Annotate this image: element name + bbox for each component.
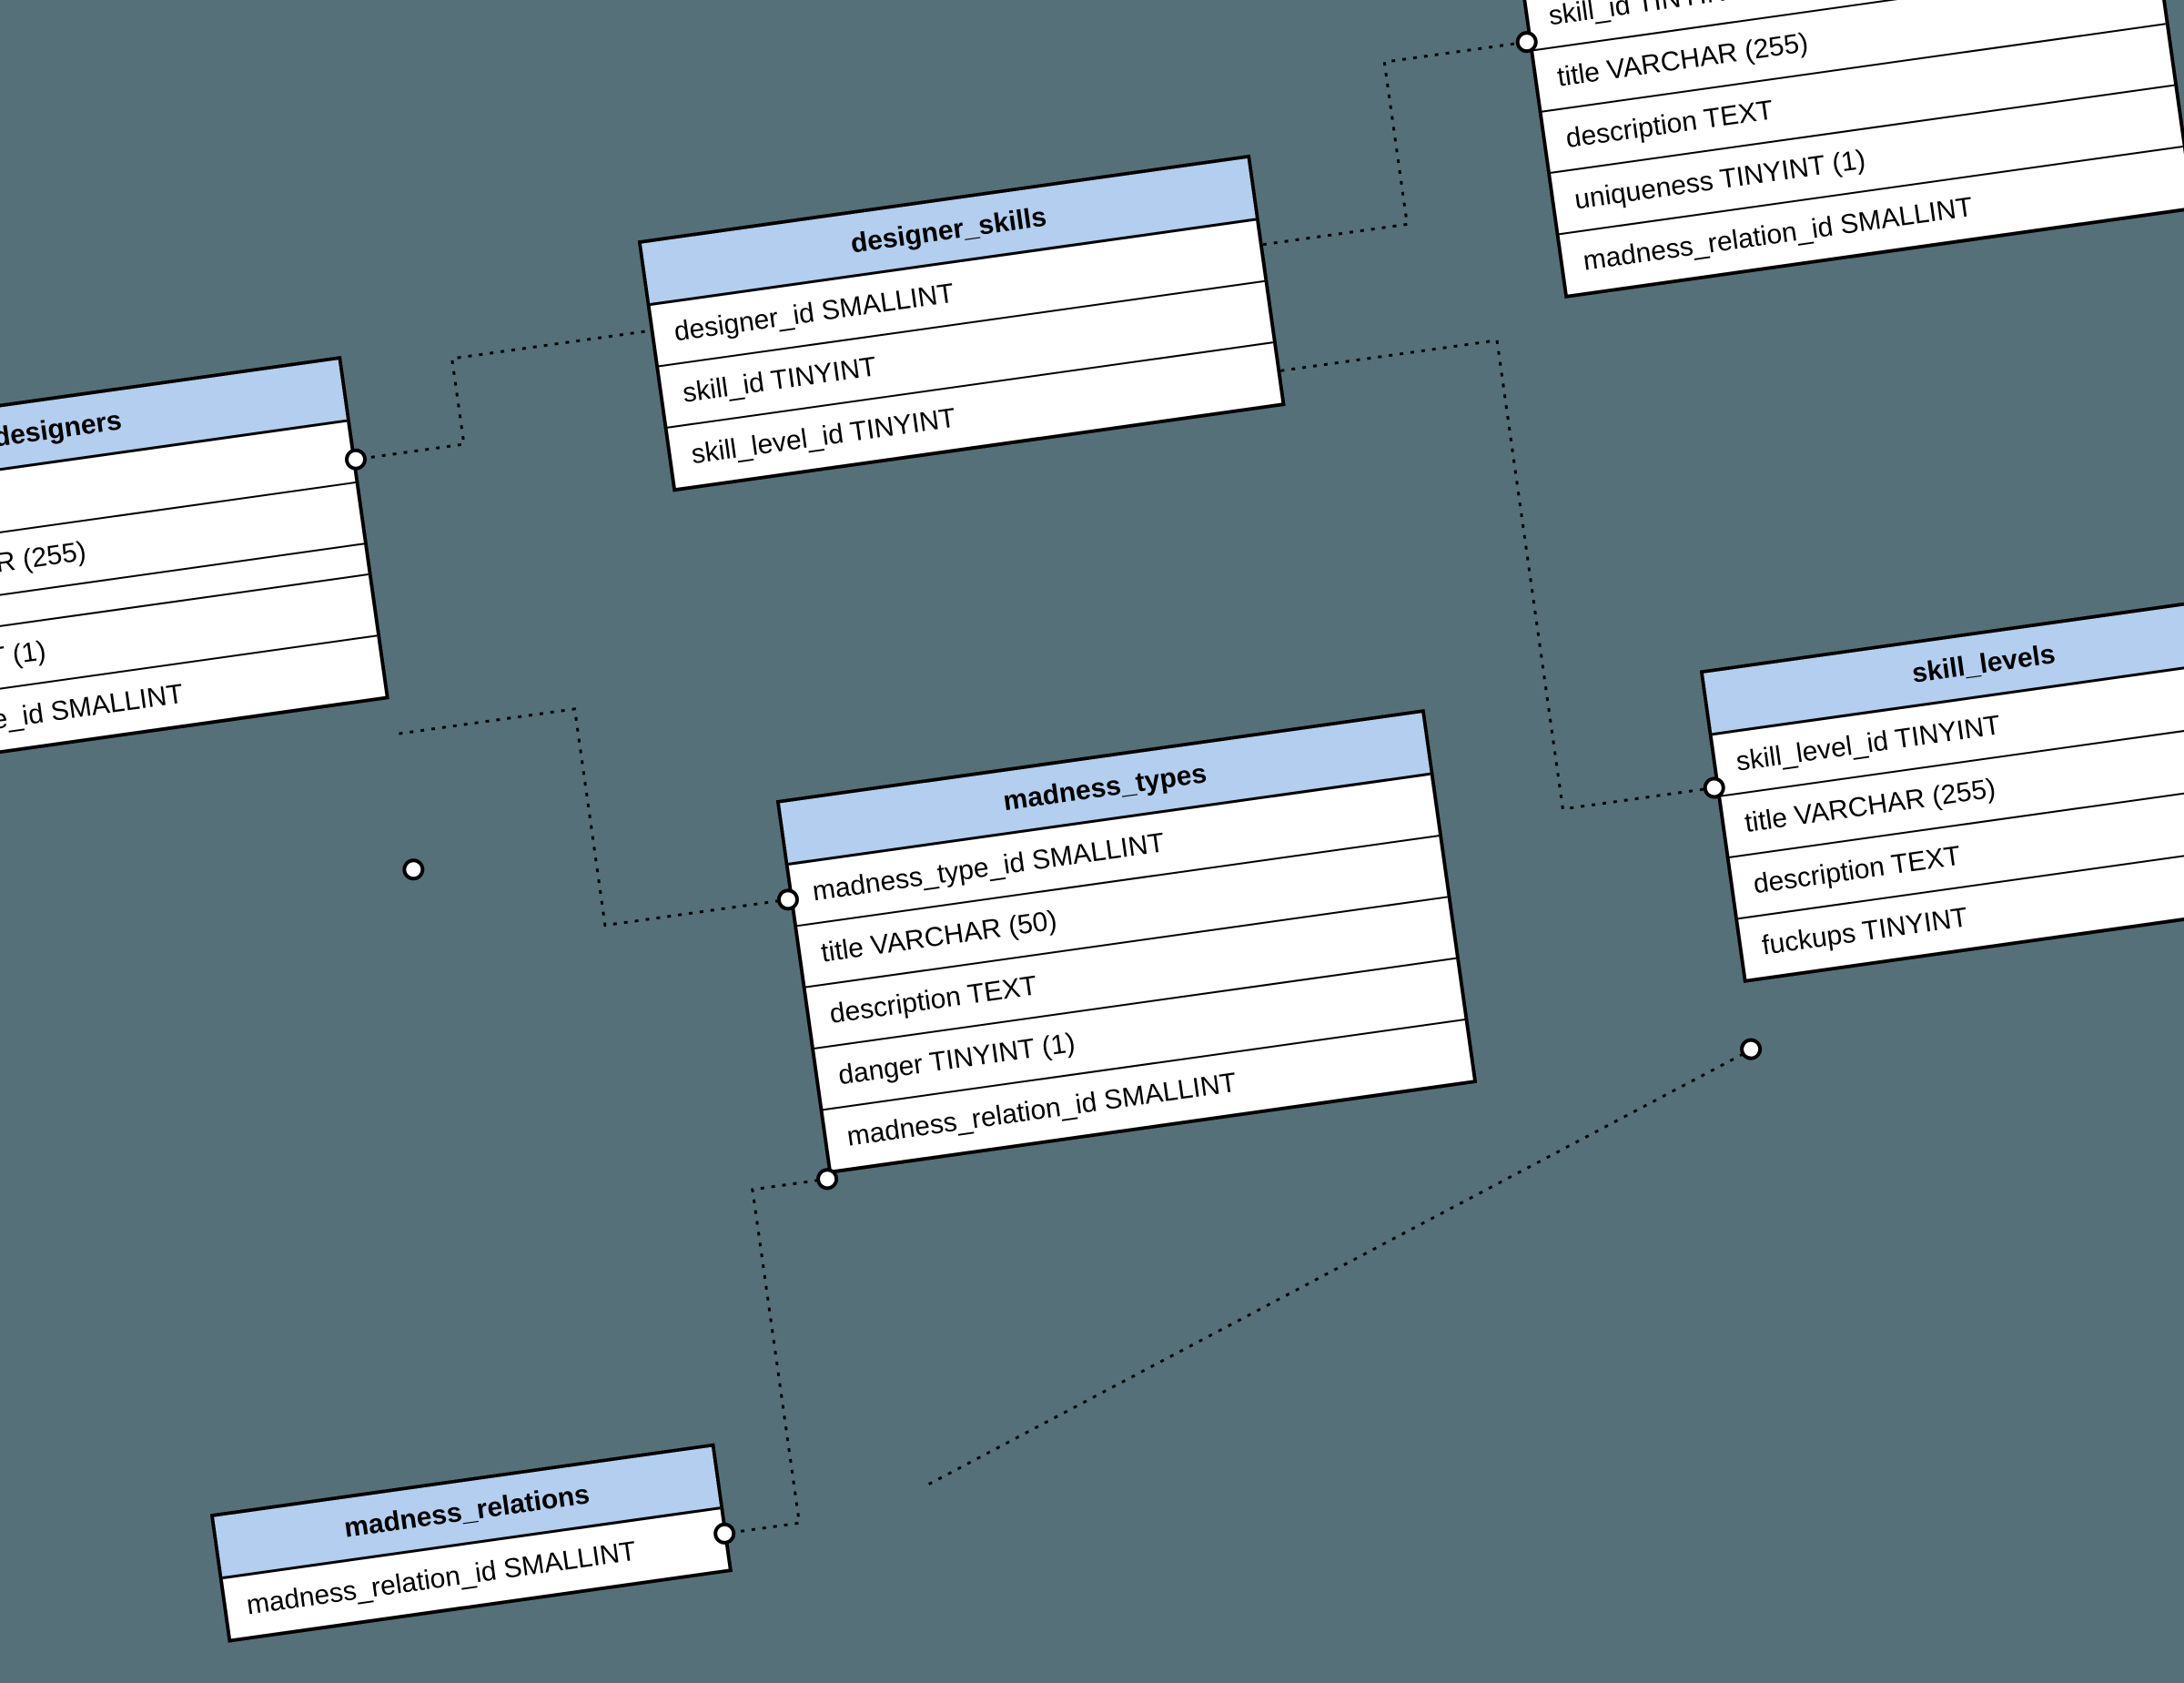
connector-icon (401, 857, 426, 882)
table-madness-relations: madness_relations madness_relation_id SM… (210, 1443, 733, 1643)
table-skill-levels: skill_levels skill_level_id TINYINT titl… (1700, 592, 2184, 983)
table-madness-types: madness_types madness_type_id SMALLINT t… (776, 709, 1478, 1174)
table-designer-skills: designer_skills designer_id SMALLINT ski… (638, 155, 1286, 492)
table-skills: skills skill_id TINYINT title VARCHAR (2… (1512, 0, 2184, 299)
table-designers: designers id SMALLINT name VARCHAR (255)… (0, 356, 389, 780)
connector-icon (1739, 1037, 1764, 1061)
erd-canvas: designers id SMALLINT name VARCHAR (255)… (0, 0, 2184, 1601)
